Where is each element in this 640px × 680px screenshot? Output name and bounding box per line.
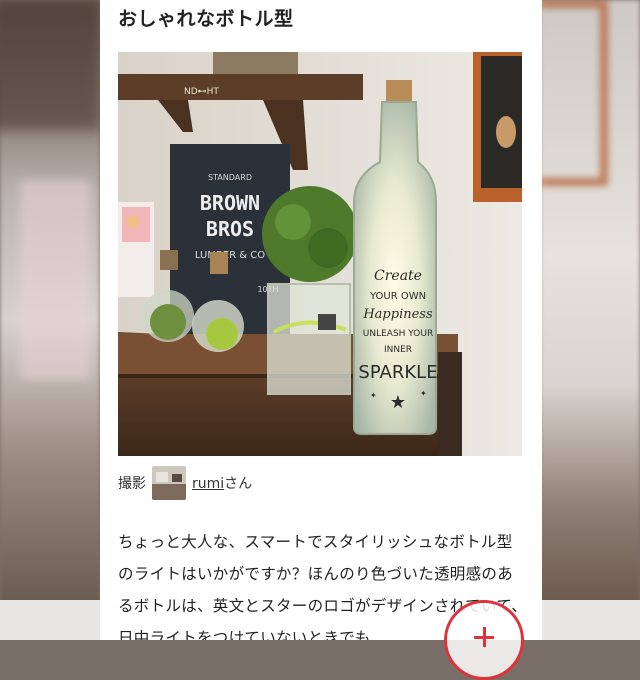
svg-text:ND⊷HT: ND⊷HT: [184, 87, 219, 97]
svg-text:LUMBER & CO: LUMBER & CO: [195, 250, 265, 261]
svg-text:BROWN: BROWN: [200, 191, 260, 215]
article-card: おしゃれなボトル型 ND⊷HT STANDARD BROWN BROS LUMB…: [100, 0, 542, 640]
bottle-light-photo: ND⊷HT STANDARD BROWN BROS LUMBER & CO 10…: [118, 52, 522, 456]
article-title: おしゃれなボトル型: [118, 8, 294, 30]
add-button[interactable]: [444, 600, 524, 680]
svg-text:Create: Create: [374, 268, 422, 284]
svg-text:YOUR OWN: YOUR OWN: [369, 291, 426, 302]
svg-text:BROS: BROS: [206, 217, 254, 241]
svg-text:✦: ✦: [420, 389, 427, 398]
svg-text:✦: ✦: [370, 391, 377, 400]
background-right: [540, 0, 640, 640]
credit-label: 撮影: [118, 476, 146, 492]
svg-text:UNLEASH YOUR: UNLEASH YOUR: [363, 329, 433, 339]
svg-text:★: ★: [390, 392, 406, 413]
svg-text:SPARKLE: SPARKLE: [358, 362, 437, 383]
credit-suffix: さん: [224, 476, 253, 492]
svg-text:STANDARD: STANDARD: [208, 173, 252, 182]
article-photo[interactable]: ND⊷HT STANDARD BROWN BROS LUMBER & CO 10…: [118, 52, 522, 456]
photo-credit: 撮影 rumiさん: [118, 466, 252, 500]
svg-text:INNER: INNER: [384, 345, 412, 355]
avatar-image: [152, 466, 186, 500]
svg-text:Happiness: Happiness: [362, 307, 433, 322]
user-avatar[interactable]: [152, 466, 186, 500]
user-link[interactable]: rumi: [192, 476, 224, 492]
background-left: [0, 0, 100, 640]
